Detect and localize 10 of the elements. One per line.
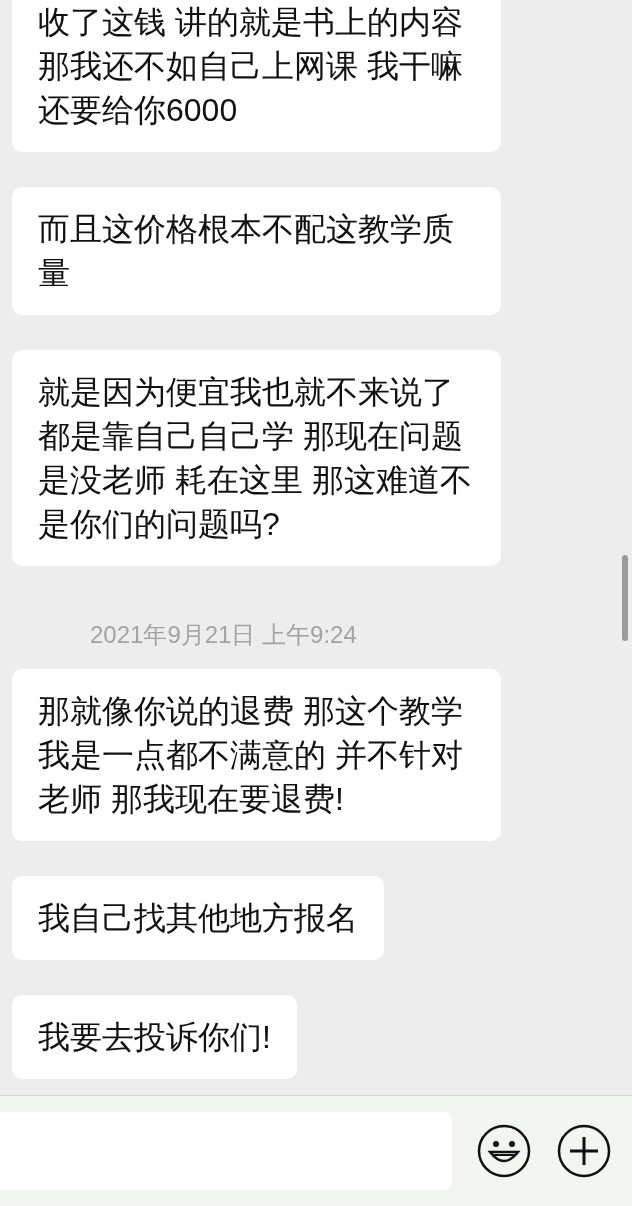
scrollbar[interactable] xyxy=(622,555,628,641)
message-bubble: 而且这价格根本不配这教学质量 xyxy=(12,187,501,315)
message-bubble: 收了这钱 讲的就是书上的内容那我还不如自己上网课 我干嘛还要给你6000 xyxy=(12,0,501,152)
message-bubble: 我自己找其他地方报名 xyxy=(12,876,384,960)
timestamp: 2021年9月21日 上午9:24 xyxy=(90,620,357,650)
message-bubble: 就是因为便宜我也就不来说了都是靠自己自己学 那现在问题是没老师 耗在这里 那这难道不是你们的问题吗? xyxy=(12,350,501,566)
message-bubble: 我要去投诉你们! xyxy=(12,995,297,1079)
add-icon[interactable] xyxy=(557,1124,611,1178)
message-bubble: 那就像你说的退费 那这个教学我是一点都不满意的 并不针对老师 那我现在要退费! xyxy=(12,669,501,841)
emoji-icon[interactable] xyxy=(477,1124,531,1178)
